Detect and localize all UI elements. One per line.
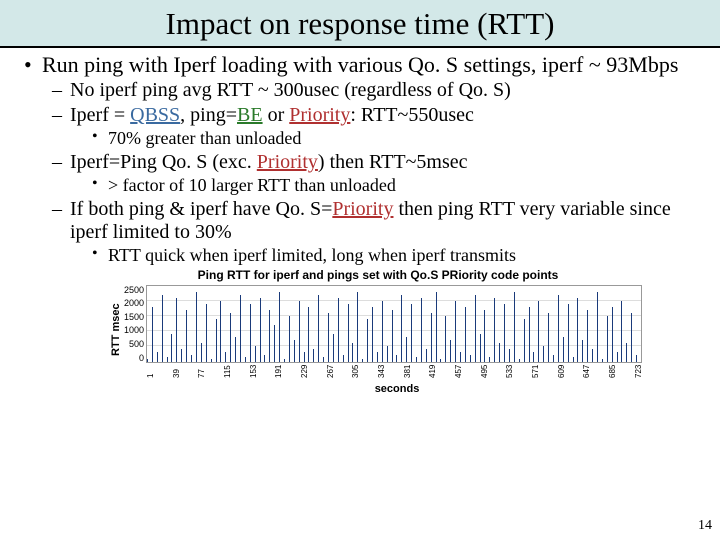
sub4-pre: If both ping & iperf have Qo. S=	[70, 198, 332, 220]
bullet-sub3-child: > factor of 10 larger RTT than unloaded	[92, 175, 702, 196]
priority-label-2: Priority	[257, 151, 318, 173]
chart-xlabel: seconds	[146, 383, 648, 395]
sub3-pre: Iperf=Ping Qo. S (exc.	[70, 151, 257, 173]
priority-label-3: Priority	[332, 198, 393, 220]
chart-ylabel: RTT msec	[108, 285, 124, 375]
sub2-mid1: , ping=	[180, 104, 237, 126]
slide-content: Run ping with Iperf loading with various…	[0, 48, 720, 375]
page-number: 14	[698, 518, 712, 534]
priority-label-1: Priority	[289, 104, 350, 126]
sub2-pre: Iperf =	[70, 104, 130, 126]
sub2-post: : RTT~550usec	[350, 104, 474, 126]
bullet-sub3: Iperf=Ping Qo. S (exc. Priority) then RT…	[52, 151, 702, 196]
sub3-post: ) then RTT~5msec	[318, 151, 468, 173]
chart-xticks: 1397711515319122926730534338141945749553…	[146, 364, 642, 373]
bullet-main: Run ping with Iperf loading with various…	[18, 52, 702, 265]
chart-plot-area	[146, 285, 642, 363]
bullet-sub2-child: 70% greater than unloaded	[92, 128, 702, 149]
bullet-main-text: Run ping with Iperf loading with various…	[42, 52, 678, 77]
bullet-sub4: If both ping & iperf have Qo. S=Priority…	[52, 198, 702, 266]
qbss-label: QBSS	[130, 104, 180, 126]
bullet-sub1: No iperf ping avg RTT ~ 300usec (regardl…	[52, 79, 702, 102]
rtt-chart: Ping RTT for iperf and pings set with Qo…	[108, 269, 648, 374]
be-label: BE	[237, 104, 263, 126]
bullet-sub4-child: RTT quick when iperf limited, long when …	[92, 245, 702, 266]
chart-title: Ping RTT for iperf and pings set with Qo…	[108, 269, 648, 282]
bullet-sub2: Iperf = QBSS, ping=BE or Priority: RTT~5…	[52, 104, 702, 149]
slide-title: Impact on response time (RTT)	[0, 6, 720, 42]
sub2-mid2: or	[263, 104, 290, 126]
slide-title-bar: Impact on response time (RTT)	[0, 0, 720, 48]
chart-yticks: 25002000150010005000	[124, 285, 146, 363]
